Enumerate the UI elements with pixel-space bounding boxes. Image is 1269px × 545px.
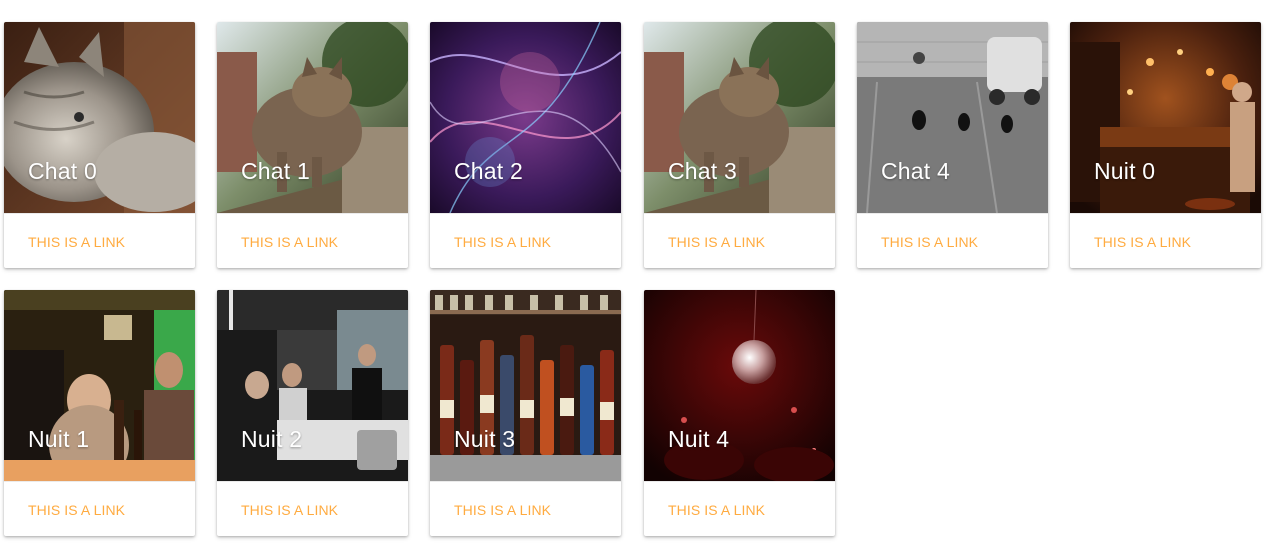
card-chat-3[interactable]: Chat 3 THIS IS A LINK	[644, 22, 835, 268]
card-grid: Chat 0 THIS IS A LINK Chat 1 THIS IS A L…	[0, 0, 1269, 545]
card-title: Chat 4	[881, 158, 950, 184]
card-link[interactable]: THIS IS A LINK	[241, 502, 338, 518]
card-action: THIS IS A LINK	[430, 481, 621, 536]
card-title: Nuit 4	[668, 426, 730, 452]
card-title: Nuit 2	[241, 426, 303, 452]
card-link[interactable]: THIS IS A LINK	[881, 234, 978, 250]
card-chat-1[interactable]: Chat 1 THIS IS A LINK	[217, 22, 408, 268]
card-link[interactable]: THIS IS A LINK	[241, 234, 338, 250]
card-action: THIS IS A LINK	[644, 213, 835, 268]
card-title: Nuit 1	[28, 426, 90, 452]
card-action: THIS IS A LINK	[4, 213, 195, 268]
card-link[interactable]: THIS IS A LINK	[454, 502, 551, 518]
card-link[interactable]: THIS IS A LINK	[28, 234, 125, 250]
card-action: THIS IS A LINK	[644, 481, 835, 536]
card-title: Chat 3	[668, 158, 737, 184]
card-nuit-3[interactable]: Nuit 3 THIS IS A LINK	[430, 290, 621, 536]
card-nuit-0[interactable]: Nuit 0 THIS IS A LINK	[1070, 22, 1261, 268]
card-chat-4[interactable]: Chat 4 THIS IS A LINK	[857, 22, 1048, 268]
card-title: Chat 1	[241, 158, 310, 184]
card-link[interactable]: THIS IS A LINK	[28, 502, 125, 518]
card-action: THIS IS A LINK	[857, 213, 1048, 268]
card-action: THIS IS A LINK	[430, 213, 621, 268]
card-nuit-4[interactable]: Nuit 4 THIS IS A LINK	[644, 290, 835, 536]
card-action: THIS IS A LINK	[4, 481, 195, 536]
card-action: THIS IS A LINK	[1070, 213, 1261, 268]
card-link[interactable]: THIS IS A LINK	[668, 234, 765, 250]
card-chat-2[interactable]: Chat 2 THIS IS A LINK	[430, 22, 621, 268]
card-nuit-2[interactable]: Nuit 2 THIS IS A LINK	[217, 290, 408, 536]
card-title: Chat 0	[28, 158, 97, 184]
card-title: Nuit 0	[1094, 158, 1156, 184]
card-action: THIS IS A LINK	[217, 213, 408, 268]
card-title: Chat 2	[454, 158, 523, 184]
card-chat-0[interactable]: Chat 0 THIS IS A LINK	[4, 22, 195, 268]
card-link[interactable]: THIS IS A LINK	[454, 234, 551, 250]
card-link[interactable]: THIS IS A LINK	[1094, 234, 1191, 250]
card-action: THIS IS A LINK	[217, 481, 408, 536]
card-link[interactable]: THIS IS A LINK	[668, 502, 765, 518]
card-title: Nuit 3	[454, 426, 516, 452]
card-nuit-1[interactable]: Nuit 1 THIS IS A LINK	[4, 290, 195, 536]
